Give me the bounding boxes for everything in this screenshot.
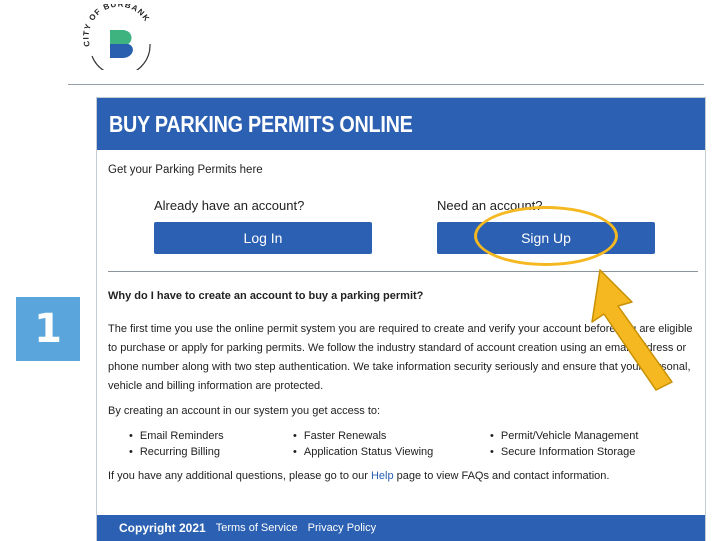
help-line: If you have any additional questions, pl… xyxy=(108,470,609,482)
benefit-item: Secure Information Storage xyxy=(481,444,638,460)
benefit-item: Recurring Billing xyxy=(120,444,224,460)
signup-prompt: Need an account? xyxy=(437,198,543,213)
page-title: BUY PARKING PERMITS ONLINE xyxy=(109,110,413,137)
benefit-item: Faster Renewals xyxy=(284,428,433,444)
permit-panel: BUY PARKING PERMITS ONLINE Get your Park… xyxy=(96,97,706,541)
why-heading: Why do I have to create an account to bu… xyxy=(108,290,424,302)
panel-header: BUY PARKING PERMITS ONLINE xyxy=(97,98,705,150)
help-text-after: page to view FAQs and contact informatio… xyxy=(393,470,610,482)
benefit-item: Permit/Vehicle Management xyxy=(481,428,639,444)
header-divider xyxy=(68,84,704,85)
footer: Copyright 2021 Terms of Service Privacy … xyxy=(97,515,705,541)
benefit-item: Application Status Viewing xyxy=(284,444,433,460)
login-button[interactable]: Log In xyxy=(154,222,372,254)
benefit-item: Email Reminders xyxy=(120,428,224,444)
city-logo: CITY OF BURBANK xyxy=(82,4,151,70)
why-paragraph: The first time you use the online permit… xyxy=(108,323,693,392)
intro-text: Get your Parking Permits here xyxy=(108,164,263,176)
login-prompt: Already have an account? xyxy=(154,198,305,213)
help-text-before: If you have any additional questions, pl… xyxy=(108,470,371,482)
help-link[interactable]: Help xyxy=(371,470,394,482)
terms-link[interactable]: Terms of Service xyxy=(216,522,298,534)
signup-button[interactable]: Sign Up xyxy=(437,222,655,254)
benefits-intro: By creating an account in our system you… xyxy=(108,405,381,417)
step-number-badge: 1 xyxy=(16,297,80,361)
copyright-text: Copyright 2021 xyxy=(119,521,206,535)
privacy-link[interactable]: Privacy Policy xyxy=(308,522,376,534)
section-divider xyxy=(108,271,698,272)
